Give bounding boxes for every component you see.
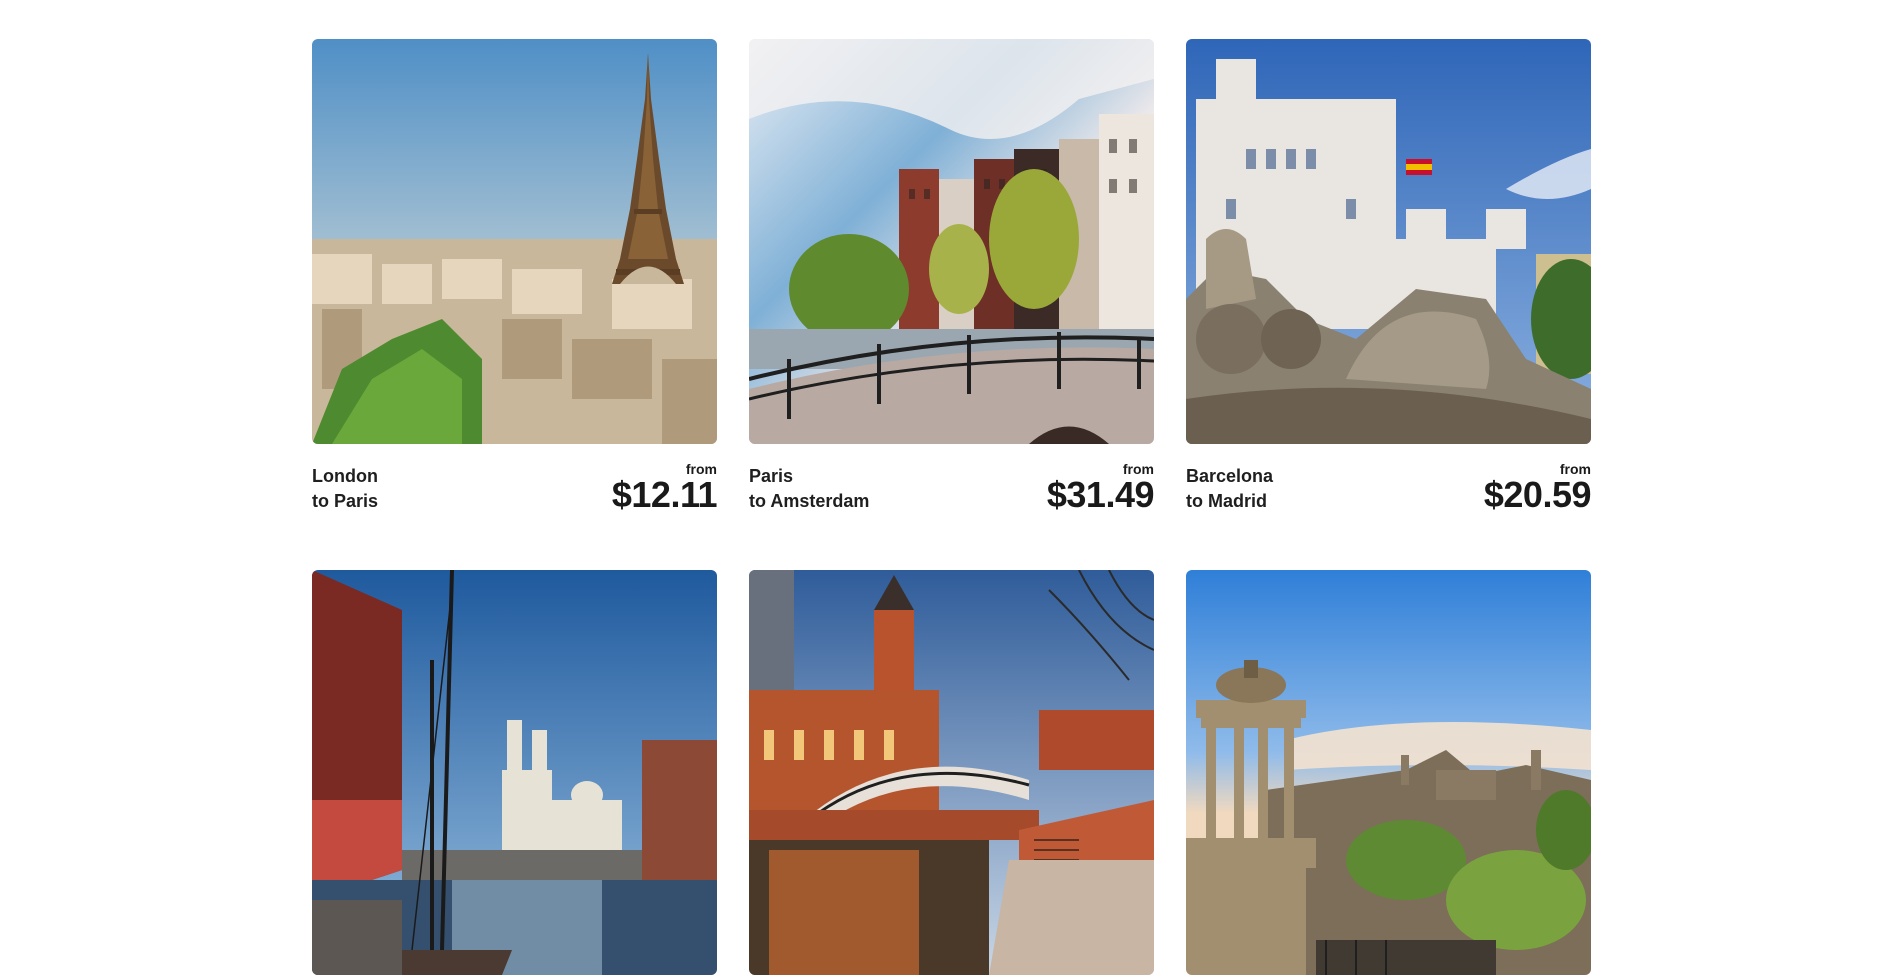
manchester-canal-photo[interactable] — [749, 570, 1154, 975]
route-label: Paris to Amsterdam — [749, 464, 869, 514]
price-box: from $31.49 — [1046, 462, 1155, 515]
route-label: London to Paris — [312, 464, 378, 514]
price-value: $20.59 — [1483, 474, 1592, 515]
edinburgh-calton-hill-photo[interactable] — [1186, 570, 1591, 975]
deal-info: London to Paris from $12.11 — [312, 460, 718, 515]
origin-city: Barcelona — [1186, 466, 1274, 486]
origin-city: London — [312, 466, 378, 486]
origin-city: Paris — [749, 466, 794, 486]
deal-card[interactable] — [1186, 570, 1591, 975]
price-box: from $20.59 — [1483, 462, 1592, 515]
route-label: Barcelona to Madrid — [1186, 464, 1273, 514]
deal-info: Barcelona to Madrid from $20.59 — [1186, 460, 1592, 515]
destination-city: to Madrid — [1186, 491, 1267, 511]
price-value: $12.11 — [611, 474, 718, 515]
deals-grid: London to Paris from $12.11 Paris to Ams… — [312, 39, 1592, 975]
destination-city: to Amsterdam — [749, 491, 870, 511]
deal-card[interactable] — [749, 570, 1154, 975]
deal-card[interactable] — [312, 570, 717, 975]
madrid-cibeles-photo[interactable] — [1186, 39, 1591, 444]
deal-card[interactable]: Paris to Amsterdam from $31.49 — [749, 39, 1155, 515]
price-box: from $12.11 — [611, 462, 718, 515]
deal-card[interactable]: Barcelona to Madrid from $20.59 — [1186, 39, 1592, 515]
liverpool-docks-photo[interactable] — [312, 570, 717, 975]
deal-info: Paris to Amsterdam from $31.49 — [749, 460, 1155, 515]
amsterdam-canal-photo[interactable] — [749, 39, 1154, 444]
deal-card[interactable]: London to Paris from $12.11 — [312, 39, 718, 515]
eiffel-tower-photo[interactable] — [312, 39, 717, 444]
destination-city: to Paris — [312, 491, 379, 511]
price-value: $31.49 — [1046, 474, 1155, 515]
